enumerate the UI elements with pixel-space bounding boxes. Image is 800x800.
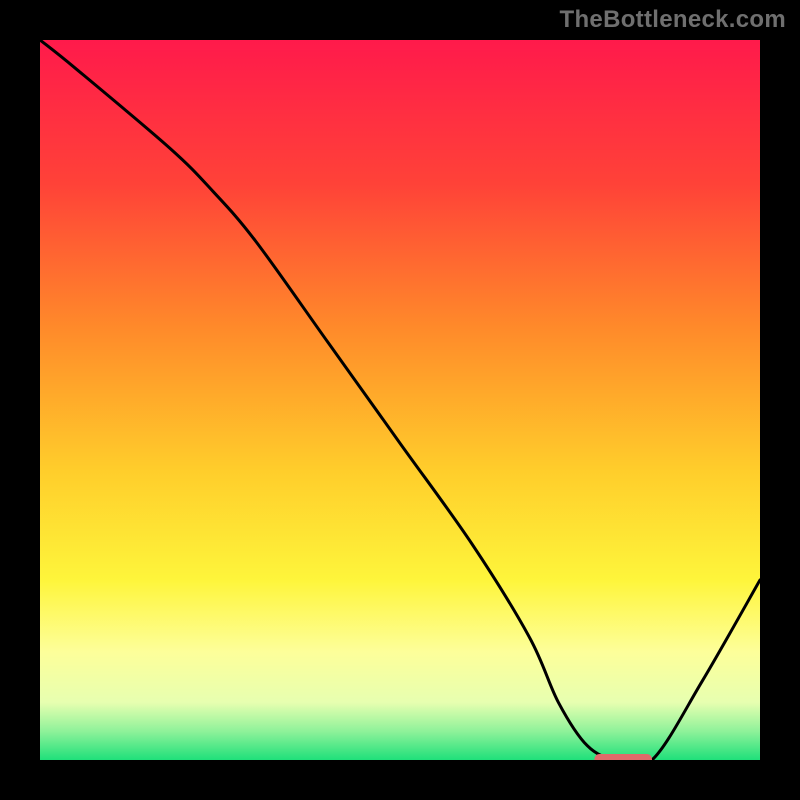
watermark-text: TheBottleneck.com — [560, 6, 786, 34]
plot-area — [40, 40, 760, 760]
chart-svg — [40, 40, 760, 760]
optimal-range-marker — [594, 754, 652, 760]
chart-frame: TheBottleneck.com — [0, 0, 800, 800]
gradient-background — [40, 40, 760, 760]
